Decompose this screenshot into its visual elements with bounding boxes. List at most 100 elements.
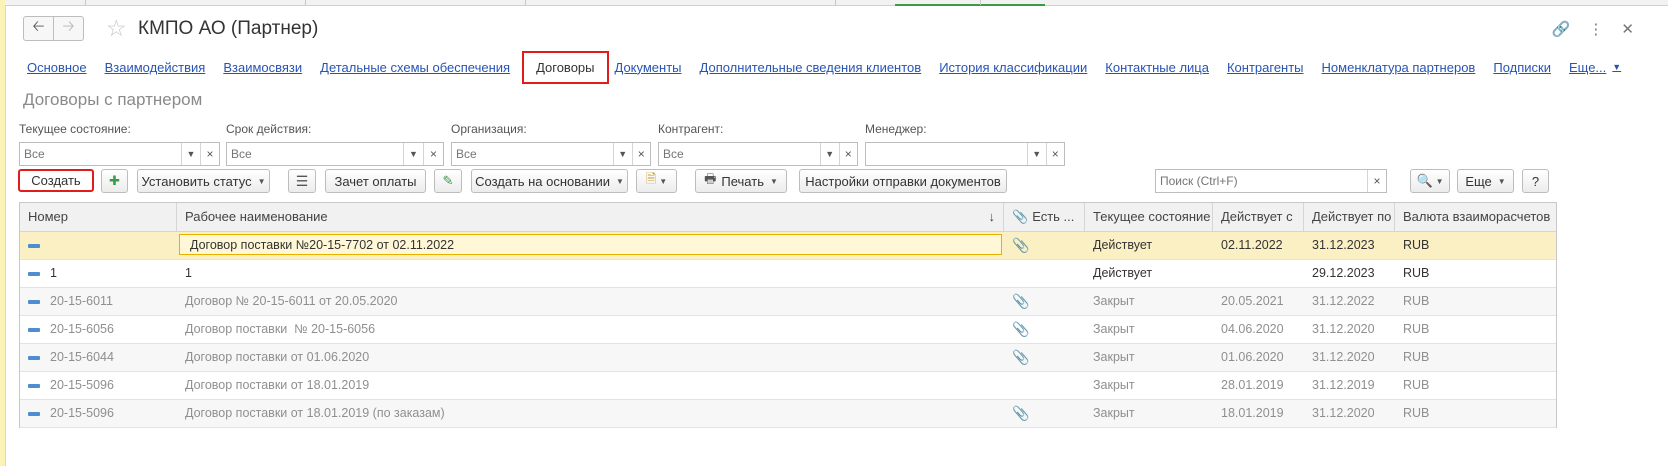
dropdown-arrow-icon: ▼ xyxy=(1612,62,1622,72)
filter-organization-box: ▼ × xyxy=(451,142,651,166)
paperclip-icon: 📎 xyxy=(1012,321,1030,337)
print-label: Печать xyxy=(721,173,764,189)
filter-organization: Организация: ▼ × xyxy=(451,122,651,166)
section-link-counterparties[interactable]: Контрагенты xyxy=(1227,60,1304,75)
column-files-label: Есть ... xyxy=(1032,209,1075,224)
filter-state-box: ▼ × xyxy=(19,142,220,166)
table-row[interactable]: 20-15-6056 Договор поставки № 20-15-6056… xyxy=(20,316,1556,344)
clear-icon[interactable]: × xyxy=(423,143,443,165)
tab-separator xyxy=(980,0,981,5)
print-button[interactable]: 🖶 Печать ▼ xyxy=(695,169,787,193)
section-link-contracts[interactable]: Договоры xyxy=(522,50,609,84)
filter-manager-input[interactable] xyxy=(866,143,1027,165)
create-button-label: Создать xyxy=(31,173,81,188)
paperclip-icon: 📎 xyxy=(1012,405,1030,421)
filter-organization-input[interactable] xyxy=(452,143,613,165)
column-from-label: Действует с xyxy=(1221,209,1293,224)
more-actions-button[interactable]: Еще ▼ xyxy=(1457,169,1514,193)
table-row[interactable]: Договор поставки №20-15-7702 от 02.11.20… xyxy=(20,232,1556,260)
section-link-main[interactable]: Основное xyxy=(27,60,87,75)
search-options-button[interactable]: 🔍 ▼ xyxy=(1410,169,1450,193)
section-link-provision-schemes[interactable]: Детальные схемы обеспечения xyxy=(320,60,510,75)
dropdown-arrow-icon[interactable]: ▼ xyxy=(181,143,200,165)
clear-icon[interactable]: × xyxy=(631,143,651,165)
section-link-contacts[interactable]: Контактные лица xyxy=(1105,60,1209,75)
sort-descending-icon: ↓ xyxy=(988,209,996,224)
cell-number: 20-15-5096 xyxy=(20,400,177,427)
clear-icon[interactable]: × xyxy=(1367,170,1386,192)
filter-term-input[interactable] xyxy=(227,143,403,165)
contract-icon xyxy=(28,243,40,248)
column-header-state[interactable]: Текущее состояние xyxy=(1085,203,1213,231)
dropdown-arrow-icon[interactable]: ▼ xyxy=(403,143,423,165)
cell-name: 1 xyxy=(185,266,192,280)
section-link-interactions[interactable]: Взаимодействия xyxy=(105,60,206,75)
cell-number-text: 20-15-6056 xyxy=(50,322,114,336)
table-row[interactable]: 20-15-6044 Договор поставки от 01.06.202… xyxy=(20,344,1556,372)
column-header-files[interactable]: 📎 Есть ... xyxy=(1004,203,1085,231)
create-based-on-button[interactable]: Создать на основании ▼ xyxy=(471,169,628,193)
filter-counterparty-label: Контрагент: xyxy=(658,122,724,136)
cell-number-text: 20-15-5096 xyxy=(50,378,114,392)
command-bar: Создать ✚ Установить статус ▼ ☰ Зачет оп… xyxy=(5,166,1668,196)
table-row[interactable]: 1 1 Действует 29.12.2023 RUB xyxy=(20,260,1556,288)
table-row[interactable]: 20-15-6011 Договор № 20-15-6011 от 20.05… xyxy=(20,288,1556,316)
dropdown-arrow-icon[interactable]: ▼ xyxy=(613,143,632,165)
section-link-documents[interactable]: Документы xyxy=(615,60,682,75)
cell-number: 20-15-5096 xyxy=(20,372,177,399)
arrow-right-icon: 🡢 xyxy=(62,18,75,35)
column-header-currency[interactable]: Валюта взаиморасчетов xyxy=(1395,203,1554,231)
page-title: КМПО АО (Партнер) xyxy=(138,18,319,39)
form-heading: Договоры с партнером xyxy=(23,90,203,109)
create-button[interactable]: Создать xyxy=(18,169,94,192)
cell-state: Закрыт xyxy=(1093,322,1135,336)
copy-button[interactable]: ✚ xyxy=(101,169,128,193)
section-link-subscriptions[interactable]: Подписки xyxy=(1493,60,1551,75)
forward-button[interactable]: 🡢 xyxy=(54,17,83,40)
column-header-from[interactable]: Действует с xyxy=(1213,203,1304,231)
set-status-button[interactable]: Установить статус ▼ xyxy=(137,169,270,193)
send-settings-label: Настройки отправки документов xyxy=(805,173,1001,189)
dropdown-arrow-icon[interactable]: ▼ xyxy=(820,143,839,165)
cell-number: 20-15-6056 xyxy=(20,316,177,343)
section-link-relations[interactable]: Взаимосвязи xyxy=(223,60,302,75)
clear-icon[interactable]: × xyxy=(1045,143,1065,165)
clear-icon[interactable]: × xyxy=(838,143,858,165)
table-row[interactable]: 20-15-5096 Договор поставки от 18.01.201… xyxy=(20,400,1556,428)
list-settings-button[interactable]: ☰ xyxy=(288,169,316,193)
list-icon: ☰ xyxy=(295,172,309,189)
cell-currency: RUB xyxy=(1403,350,1430,364)
section-more-menu[interactable]: Еще... ▼ xyxy=(1569,60,1621,75)
column-header-number[interactable]: Номер xyxy=(20,203,177,231)
filter-state-input[interactable] xyxy=(20,143,181,165)
column-header-name[interactable]: Рабочее наименование ↓ xyxy=(177,203,1004,231)
section-more-label: Еще... xyxy=(1568,59,1607,75)
section-link-classification-history[interactable]: История классификации xyxy=(939,60,1087,75)
clear-icon[interactable]: × xyxy=(200,143,219,165)
dropdown-arrow-icon[interactable]: ▼ xyxy=(1027,143,1046,165)
close-icon[interactable]: ✕ xyxy=(1621,20,1634,38)
favorite-star-icon[interactable]: ☆ xyxy=(106,15,127,42)
column-header-to[interactable]: Действует по xyxy=(1304,203,1395,231)
back-button[interactable]: 🡠 xyxy=(24,17,54,40)
cell-from: 28.01.2019 xyxy=(1221,378,1284,392)
edit-button[interactable]: ✎ xyxy=(434,169,462,193)
table-row[interactable]: 20-15-5096 Договор поставки от 18.01.201… xyxy=(20,372,1556,400)
section-link-partner-nomenclature[interactable]: Номенклатура партнеров xyxy=(1322,60,1476,75)
link-icon[interactable]: 🔗 xyxy=(1552,20,1571,38)
cell-from: 01.06.2020 xyxy=(1221,350,1284,364)
set-status-label: Установить статус xyxy=(141,173,252,189)
more-vertical-icon[interactable]: ⋮ xyxy=(1588,20,1603,38)
send-settings-button[interactable]: Настройки отправки документов xyxy=(799,169,1007,193)
attachments-button[interactable]: 🗎 ▼ xyxy=(636,169,677,193)
dropdown-arrow-icon: ▼ xyxy=(769,176,778,186)
search-box: × xyxy=(1155,169,1387,193)
help-button[interactable]: ? xyxy=(1522,169,1549,193)
cell-name-focused[interactable]: Договор поставки №20-15-7702 от 02.11.20… xyxy=(179,234,1002,255)
contract-icon xyxy=(28,411,40,416)
section-link-additional-info[interactable]: Дополнительные сведения клиентов xyxy=(700,60,922,75)
offset-payment-button[interactable]: Зачет оплаты xyxy=(325,169,426,193)
paperclip-icon: 📎 xyxy=(1012,349,1030,365)
filter-counterparty-input[interactable] xyxy=(659,143,820,165)
search-input[interactable] xyxy=(1156,170,1367,192)
